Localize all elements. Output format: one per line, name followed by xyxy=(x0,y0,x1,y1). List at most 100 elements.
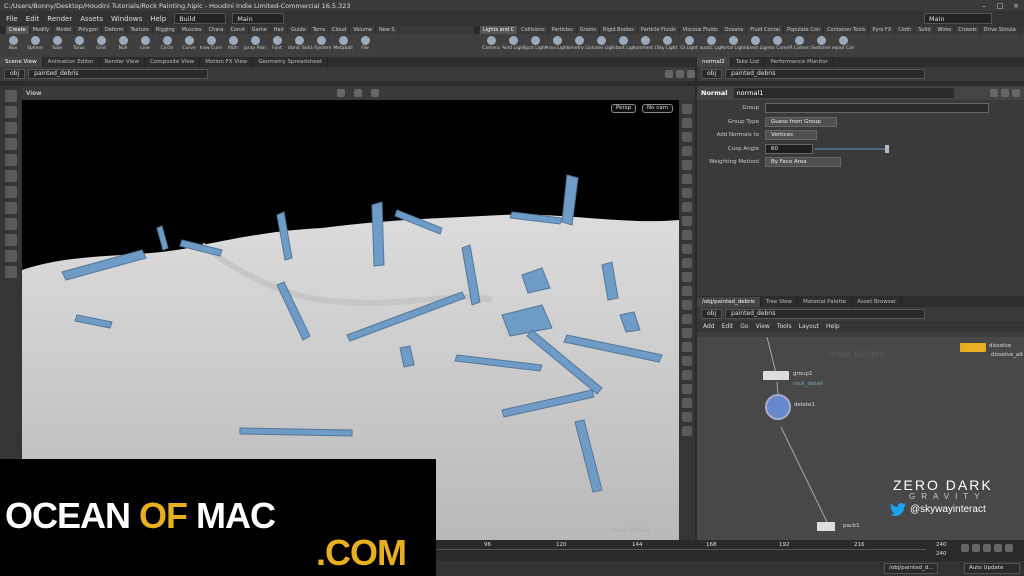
shelf-tool-area-light[interactable]: Area Light xyxy=(546,34,568,51)
tab-hair[interactable]: Hair xyxy=(271,26,288,34)
cusp-angle-slider[interactable] xyxy=(815,148,885,150)
tab-animation-editor[interactable]: Animation Editor xyxy=(43,57,100,67)
flipbook-icon[interactable] xyxy=(5,266,17,278)
param-path-obj[interactable]: obj xyxy=(701,69,723,79)
weighting-method-menu[interactable]: By Face Area xyxy=(765,157,841,167)
tab-model[interactable]: Model xyxy=(53,26,76,34)
tab-performance-monitor[interactable]: Performance Monitor xyxy=(765,57,834,67)
tab-asset-browser[interactable]: Asset Browser xyxy=(852,297,903,307)
tab-modify[interactable]: Modify xyxy=(30,26,54,34)
menu-render[interactable]: Render xyxy=(47,15,72,23)
camera-menu[interactable]: No cam xyxy=(642,104,673,113)
display-option-icon[interactable] xyxy=(682,160,692,170)
net-path-obj[interactable]: obj xyxy=(701,309,723,319)
display-option-icon[interactable] xyxy=(682,384,692,394)
shelf-tool-file[interactable]: File xyxy=(354,34,376,51)
tab-lights-and-c[interactable]: Lights and C xyxy=(480,26,519,34)
tab-scene-view[interactable]: Scene View xyxy=(0,57,43,67)
tab-texture[interactable]: Texture xyxy=(127,26,153,34)
dissolve-node[interactable] xyxy=(960,343,986,352)
auto-update-menu[interactable]: Auto Update xyxy=(964,563,1020,574)
shelf-tool-environment-light[interactable]: Environment Light xyxy=(634,34,656,51)
net-path-node[interactable]: painted_debris xyxy=(725,309,926,319)
transform-icon[interactable] xyxy=(371,89,379,97)
shelf-tool-sphere[interactable]: Sphere xyxy=(24,34,46,51)
shelf-tool-circle[interactable]: Circle xyxy=(156,34,178,51)
shelf-tool-portal-light[interactable]: Portal Light xyxy=(722,34,744,51)
shelf-tool-vr-camera[interactable]: VR Camera xyxy=(788,34,810,51)
key-icon[interactable] xyxy=(961,544,969,552)
tab-fluid-contai[interactable]: Fluid Contai xyxy=(747,26,785,34)
menu-windows[interactable]: Windows xyxy=(111,15,142,23)
scale-tool-icon[interactable] xyxy=(5,138,17,150)
net-menu-add[interactable]: Add xyxy=(703,323,715,330)
net-menu-help[interactable]: Help xyxy=(826,323,840,330)
realtime-icon[interactable] xyxy=(1005,544,1013,552)
pane-menu-icon[interactable] xyxy=(687,70,695,78)
render-region-icon[interactable] xyxy=(5,250,17,262)
node-name-field[interactable]: normal1 xyxy=(733,88,954,98)
shelf-tool-line[interactable]: Line xyxy=(134,34,156,51)
display-option-icon[interactable] xyxy=(682,244,692,254)
shelf-tool-tube[interactable]: Tube xyxy=(46,34,68,51)
shelf-tool-null[interactable]: Null xyxy=(112,34,134,51)
shelf-tool-spot-light[interactable]: Spot Light xyxy=(524,34,546,51)
right-main-dropdown[interactable]: Main xyxy=(924,13,992,24)
shelf-tool-l-system[interactable]: L-System xyxy=(310,34,332,51)
tab-rigging[interactable]: Rigging xyxy=(153,26,179,34)
tab-take-list[interactable]: Take List xyxy=(731,57,766,67)
tab-particle-fluids[interactable]: Particle Fluids xyxy=(638,26,680,34)
tab-oceans[interactable]: Oceans xyxy=(722,26,748,34)
display-option-icon[interactable] xyxy=(682,272,692,282)
tab-motion-fx-view[interactable]: Motion FX View xyxy=(200,57,254,67)
tab-terra[interactable]: Terra xyxy=(310,26,330,34)
tab-drive-simula[interactable]: Drive Simula xyxy=(981,26,1020,34)
shelf-tool-spray-paint[interactable]: Spray Paint xyxy=(244,34,266,51)
tab-pyro-fx[interactable]: Pyro FX xyxy=(869,26,896,34)
tab-normal2[interactable]: normal2 xyxy=(697,57,731,67)
display-option-icon[interactable] xyxy=(682,202,692,212)
timeline-ruler[interactable]: 96 120 144 168 192 216 xyxy=(436,542,926,550)
tab-particles[interactable]: Particles xyxy=(549,26,577,34)
main-desktop-dropdown[interactable]: Main xyxy=(232,13,285,24)
add-normals-menu[interactable]: Vertices xyxy=(765,130,817,140)
shelf-tool-grid[interactable]: Grid xyxy=(90,34,112,51)
tab-container-tools[interactable]: Container Tools xyxy=(824,26,870,34)
tab-grains[interactable]: Grains xyxy=(577,26,600,34)
tab-obj-painted-debris[interactable]: /obj/painted_debris xyxy=(697,297,761,307)
tab-populate-con[interactable]: Populate Con xyxy=(784,26,825,34)
menu-help[interactable]: Help xyxy=(150,15,166,23)
help-icon[interactable] xyxy=(1001,89,1009,97)
shelf-tool-sky-light[interactable]: Sky Light xyxy=(656,34,678,51)
gear-icon[interactable] xyxy=(990,89,998,97)
settings-icon[interactable] xyxy=(994,544,1002,552)
magnet-icon[interactable] xyxy=(5,234,17,246)
tab-geometry-spreadsheet[interactable]: Geometry Spreadsheet xyxy=(253,57,329,67)
tab-polygon[interactable]: Polygon xyxy=(75,26,102,34)
path-obj[interactable]: obj xyxy=(4,69,26,79)
display-option-icon[interactable] xyxy=(682,104,692,114)
link-icon[interactable] xyxy=(676,70,684,78)
display-option-icon[interactable] xyxy=(682,258,692,268)
info-icon[interactable] xyxy=(1012,89,1020,97)
tab-volume[interactable]: Volume xyxy=(350,26,376,34)
tab-cloud[interactable]: Cloud xyxy=(329,26,351,34)
display-option-icon[interactable] xyxy=(682,216,692,226)
group-field[interactable] xyxy=(765,103,989,113)
pose-tool-icon[interactable] xyxy=(5,154,17,166)
tab-new-s[interactable]: New S xyxy=(376,26,399,34)
tab-wires[interactable]: Wires xyxy=(935,26,956,34)
display-option-icon[interactable] xyxy=(682,328,692,338)
tab-viscous-fluids[interactable]: Viscous Fluids xyxy=(680,26,722,34)
select-icon[interactable] xyxy=(337,89,345,97)
display-option-icon[interactable] xyxy=(682,426,692,436)
net-menu-go[interactable]: Go xyxy=(740,323,748,330)
slider-handle[interactable] xyxy=(885,145,889,153)
shelf-tool-volume-light[interactable]: Volume Light xyxy=(590,34,612,51)
move-tool-icon[interactable] xyxy=(5,106,17,118)
tab-deform[interactable]: Deform xyxy=(102,26,128,34)
delete-node[interactable] xyxy=(765,394,791,420)
handle-tool-icon[interactable] xyxy=(5,170,17,182)
display-option-icon[interactable] xyxy=(682,412,692,422)
tab-render-view[interactable]: Render View xyxy=(100,57,146,67)
